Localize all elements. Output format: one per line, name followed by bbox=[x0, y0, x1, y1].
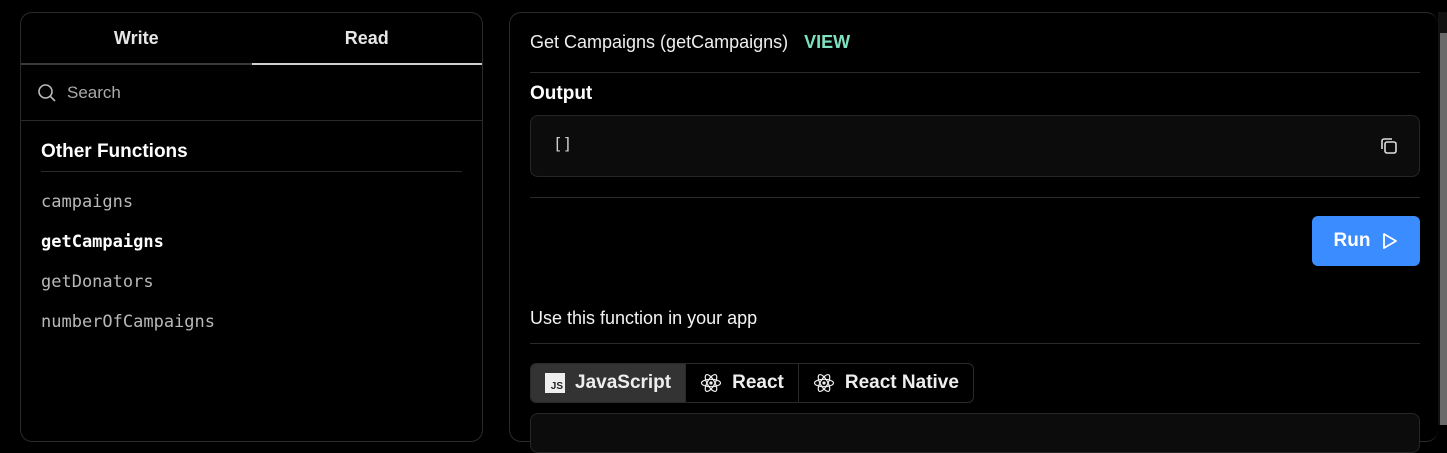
tab-react-native[interactable]: React Native bbox=[799, 364, 973, 402]
tab-react[interactable]: React bbox=[686, 364, 799, 402]
react-icon bbox=[701, 373, 722, 393]
function-item-campaigns[interactable]: campaigns bbox=[21, 182, 482, 222]
tab-write[interactable]: Write bbox=[21, 13, 252, 65]
function-header: Get Campaigns (getCampaigns) VIEW bbox=[530, 13, 1420, 73]
function-item-getdonators[interactable]: getDonators bbox=[21, 262, 482, 302]
run-button[interactable]: Run bbox=[1312, 216, 1420, 266]
tab-label: React Native bbox=[844, 372, 959, 393]
js-icon: JS bbox=[545, 373, 565, 393]
view-badge: VIEW bbox=[804, 32, 851, 52]
play-icon bbox=[1383, 233, 1398, 249]
react-icon bbox=[813, 373, 834, 393]
scrollbar-thumb[interactable] bbox=[1440, 33, 1447, 425]
language-tabs: JS JavaScript React React Native bbox=[530, 363, 974, 403]
section-title: Other Functions bbox=[41, 141, 462, 172]
tab-javascript[interactable]: JS JavaScript bbox=[531, 364, 687, 402]
tab-label: JavaScript bbox=[575, 372, 672, 393]
function-item-getcampaigns[interactable]: getCampaigns bbox=[21, 222, 482, 262]
search-bar bbox=[21, 65, 482, 121]
run-label: Run bbox=[1333, 230, 1371, 251]
tab-label: React bbox=[732, 372, 784, 393]
output-label: Output bbox=[530, 83, 593, 104]
code-snippet-box bbox=[530, 413, 1420, 453]
search-input[interactable] bbox=[67, 82, 447, 103]
usage-heading: Use this function in your app bbox=[530, 308, 1420, 344]
function-title: Get Campaigns (getCampaigns) bbox=[530, 32, 789, 52]
copy-icon[interactable] bbox=[1379, 136, 1399, 156]
function-panel: Get Campaigns (getCampaigns) VIEW Output… bbox=[509, 12, 1438, 453]
search-icon bbox=[38, 83, 56, 102]
output-box: [] bbox=[530, 115, 1420, 177]
tab-read[interactable]: Read bbox=[251, 13, 482, 65]
function-sidebar: Write Read Other Functions campaigns get… bbox=[20, 12, 483, 442]
function-list: campaigns getCampaigns getDonators numbe… bbox=[21, 182, 482, 342]
mode-tabs: Write Read bbox=[21, 13, 482, 65]
output-value: [] bbox=[553, 134, 573, 153]
divider bbox=[530, 197, 1420, 198]
function-item-numberofcampaigns[interactable]: numberOfCampaigns bbox=[21, 302, 482, 342]
